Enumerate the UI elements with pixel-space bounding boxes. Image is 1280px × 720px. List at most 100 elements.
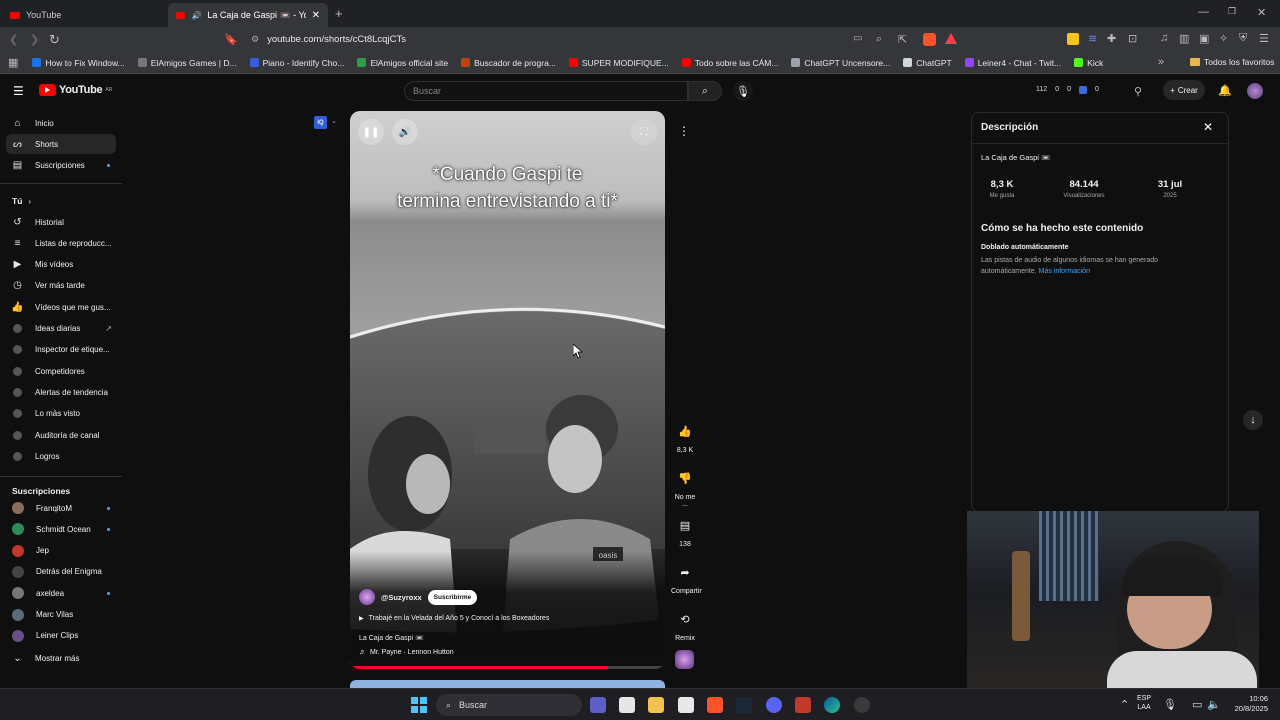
sidebar-item-shorts[interactable]: ᔕ Shorts bbox=[6, 134, 116, 154]
short-video-player[interactable]: *Cuando Gaspi te termina entrevistando a… bbox=[350, 111, 665, 669]
cast-icon[interactable]: ▭ bbox=[853, 33, 862, 44]
subscribe-button[interactable]: Suscribirme bbox=[427, 589, 478, 605]
taskbar-search[interactable]: ⌕ Buscar bbox=[436, 694, 582, 716]
account-avatar[interactable] bbox=[1247, 83, 1263, 99]
chevron-down-icon[interactable]: ⌄ bbox=[331, 117, 337, 125]
wallet-icon[interactable]: ▣ bbox=[1199, 32, 1209, 45]
edge-app-icon[interactable] bbox=[824, 697, 840, 713]
voice-search-button[interactable]: 🎙 bbox=[733, 81, 753, 101]
notion-app-icon[interactable] bbox=[619, 697, 635, 713]
bookmark-item[interactable]: ElAmigos Games | D... bbox=[137, 58, 237, 68]
bookmark-item[interactable]: Kick bbox=[1074, 58, 1103, 68]
hamburger-menu-icon[interactable]: ☰ bbox=[13, 84, 24, 98]
sidebar-item-trend-alert[interactable]: Alertas de tendencia bbox=[6, 382, 116, 402]
sidebar-icon[interactable]: ▥ bbox=[1179, 32, 1189, 45]
description-channel[interactable]: La Caja de Gaspi 📼 bbox=[981, 153, 1050, 162]
create-button[interactable]: + Crear bbox=[1163, 80, 1205, 100]
remix-button[interactable]: ⟲ Remix bbox=[671, 606, 699, 643]
store-app-icon[interactable] bbox=[678, 697, 694, 713]
sidebar-item-playlist[interactable]: ≡ Listas de reproducc... bbox=[6, 233, 116, 253]
playlist-link[interactable]: ▶ Trabajé en la Velada del Año 5 y Conoc… bbox=[359, 615, 549, 622]
sidebar-item-most-viewed[interactable]: Lo más visto bbox=[6, 404, 116, 424]
subscription-item[interactable]: Detrás del Enigma bbox=[6, 562, 116, 582]
volume-tray-icon[interactable]: 🔈 bbox=[1207, 698, 1221, 711]
bookmark-item[interactable]: Piano - Identify Cho... bbox=[249, 58, 344, 68]
sidebar-item-competitors[interactable]: Competidores bbox=[6, 361, 116, 381]
show-more-button[interactable]: ⌄ Mostrar más bbox=[6, 648, 116, 668]
apps-grid-icon[interactable]: ▦ bbox=[8, 56, 18, 69]
you-section-header[interactable]: Tú › bbox=[12, 196, 31, 206]
new-tab-button[interactable]: + bbox=[335, 6, 343, 21]
more-bookmarks-icon[interactable]: » bbox=[1158, 56, 1164, 68]
bookmark-icon[interactable]: 🔖 bbox=[224, 33, 238, 46]
browser-tab-active[interactable]: 🔊 La Caja de Gaspi 📼 - YouTub ✕ bbox=[168, 3, 328, 27]
sidebar-item-like[interactable]: 👍 Vídeos que me gus... bbox=[6, 297, 116, 317]
extension-badge-icon[interactable]: IQ bbox=[314, 116, 327, 129]
network-icon[interactable]: ▭ bbox=[1192, 698, 1202, 711]
next-short-preview[interactable] bbox=[350, 680, 665, 688]
back-icon[interactable]: ❮ bbox=[9, 33, 18, 46]
youtube-logo[interactable]: YouTube AR bbox=[39, 84, 112, 96]
channel-handle[interactable]: @Suzyroxx bbox=[381, 593, 422, 602]
search-input[interactable]: Buscar bbox=[404, 81, 688, 101]
reload-icon[interactable]: ↻ bbox=[49, 32, 60, 48]
sound-avatar[interactable] bbox=[675, 650, 694, 669]
zoom-icon[interactable]: ⌕ bbox=[876, 33, 882, 46]
vpn-icon[interactable]: ⛨ bbox=[1239, 32, 1247, 45]
sidebar-item-audit[interactable]: Auditoría de canal bbox=[6, 425, 116, 445]
pause-button[interactable]: ❚❚ bbox=[358, 119, 384, 145]
screenshot-icon[interactable]: ⊡ bbox=[1128, 32, 1137, 45]
bookmark-item[interactable]: ChatGPT Uncensore... bbox=[791, 58, 890, 68]
share-button[interactable]: ➦ Compartir bbox=[671, 559, 702, 596]
bookmark-item[interactable]: SUPER MODIFIQUE... bbox=[568, 58, 669, 68]
more-options-icon[interactable]: ⋮ bbox=[678, 124, 690, 138]
teams-app-icon[interactable] bbox=[590, 697, 606, 713]
thumbs-down-button[interactable]: 👎 No me ... bbox=[671, 465, 699, 509]
sidebar-item-ideas[interactable]: Ideas diarias ↗ bbox=[6, 319, 116, 339]
bookmark-item[interactable]: Leiner4 - Chat - Twit... bbox=[964, 58, 1061, 68]
steam-app-icon[interactable] bbox=[736, 697, 752, 713]
sidebar-item-achievements[interactable]: Logros bbox=[6, 446, 116, 466]
subscription-item[interactable]: Schmidt Ocean bbox=[6, 519, 116, 539]
obs-app-icon[interactable] bbox=[795, 697, 811, 713]
subscription-item[interactable]: Leiner Clips bbox=[6, 626, 116, 646]
all-bookmarks-folder[interactable]: Todos los favoritos bbox=[1190, 57, 1274, 67]
bookmark-item[interactable]: ChatGPT bbox=[903, 58, 952, 68]
comments-button[interactable]: ▤ 138 bbox=[671, 512, 699, 549]
site-info-icon[interactable]: ⚙ bbox=[251, 34, 259, 45]
bookmark-item[interactable]: How to Fix Window... bbox=[32, 58, 125, 68]
more-info-link[interactable]: Más información bbox=[1039, 268, 1090, 275]
menu-icon[interactable]: ☰ bbox=[1259, 32, 1269, 45]
extensions-puzzle-icon[interactable]: ✚ bbox=[1107, 32, 1116, 45]
close-tab-icon[interactable]: ✕ bbox=[312, 10, 320, 21]
sidebar-item-tag-inspector[interactable]: Inspector de etique... bbox=[6, 340, 116, 360]
subscription-item[interactable]: FranqitoM bbox=[6, 498, 116, 518]
notifications-bell-icon[interactable]: 🔔 bbox=[1218, 84, 1232, 97]
sidebar-item-video[interactable]: ▶ Mis vídeos bbox=[6, 255, 116, 275]
close-window-icon[interactable]: ✕ bbox=[1257, 6, 1266, 19]
subscription-item[interactable]: axeldea bbox=[6, 583, 116, 603]
bookmark-item[interactable]: ElAmigos official site bbox=[357, 58, 448, 68]
extension-icon[interactable] bbox=[1067, 33, 1079, 45]
language-indicator[interactable]: ESP LAA bbox=[1137, 694, 1151, 712]
brave-rewards-icon[interactable] bbox=[945, 33, 957, 44]
thumbs-up-button[interactable]: 👍 8,3 K bbox=[671, 418, 699, 455]
browser-tab-youtube[interactable]: YouTube bbox=[2, 3, 167, 27]
discord-app-icon[interactable] bbox=[766, 697, 782, 713]
channel-avatar[interactable] bbox=[359, 589, 375, 605]
fullscreen-button[interactable]: ⛶ bbox=[631, 119, 657, 145]
source-channel-link[interactable]: La Caja de Gaspi 📼 bbox=[359, 634, 424, 642]
extension-audio-icon[interactable]: ≋ bbox=[1088, 32, 1097, 45]
music-link[interactable]: ♬ Mr. Payne · Lennon Hutton bbox=[359, 649, 454, 656]
file-explorer-icon[interactable] bbox=[648, 697, 664, 713]
brave-app-icon[interactable] bbox=[707, 697, 723, 713]
search-button[interactable]: ⌕ bbox=[688, 81, 722, 101]
brave-shields-icon[interactable] bbox=[923, 33, 936, 46]
forward-icon[interactable]: ❯ bbox=[30, 33, 39, 46]
bookmark-item[interactable]: Buscador de progra... bbox=[461, 58, 556, 68]
next-video-button[interactable]: ↓ bbox=[1243, 410, 1263, 430]
sidebar-item-suscripciones[interactable]: ▤ Suscripciones bbox=[6, 155, 116, 175]
extension-pin-icon[interactable]: ⚲ bbox=[1134, 85, 1142, 98]
subscription-item[interactable]: Marc Vilas bbox=[6, 605, 116, 625]
sidebar-item-clock[interactable]: ◷ Ver más tarde bbox=[6, 276, 116, 296]
